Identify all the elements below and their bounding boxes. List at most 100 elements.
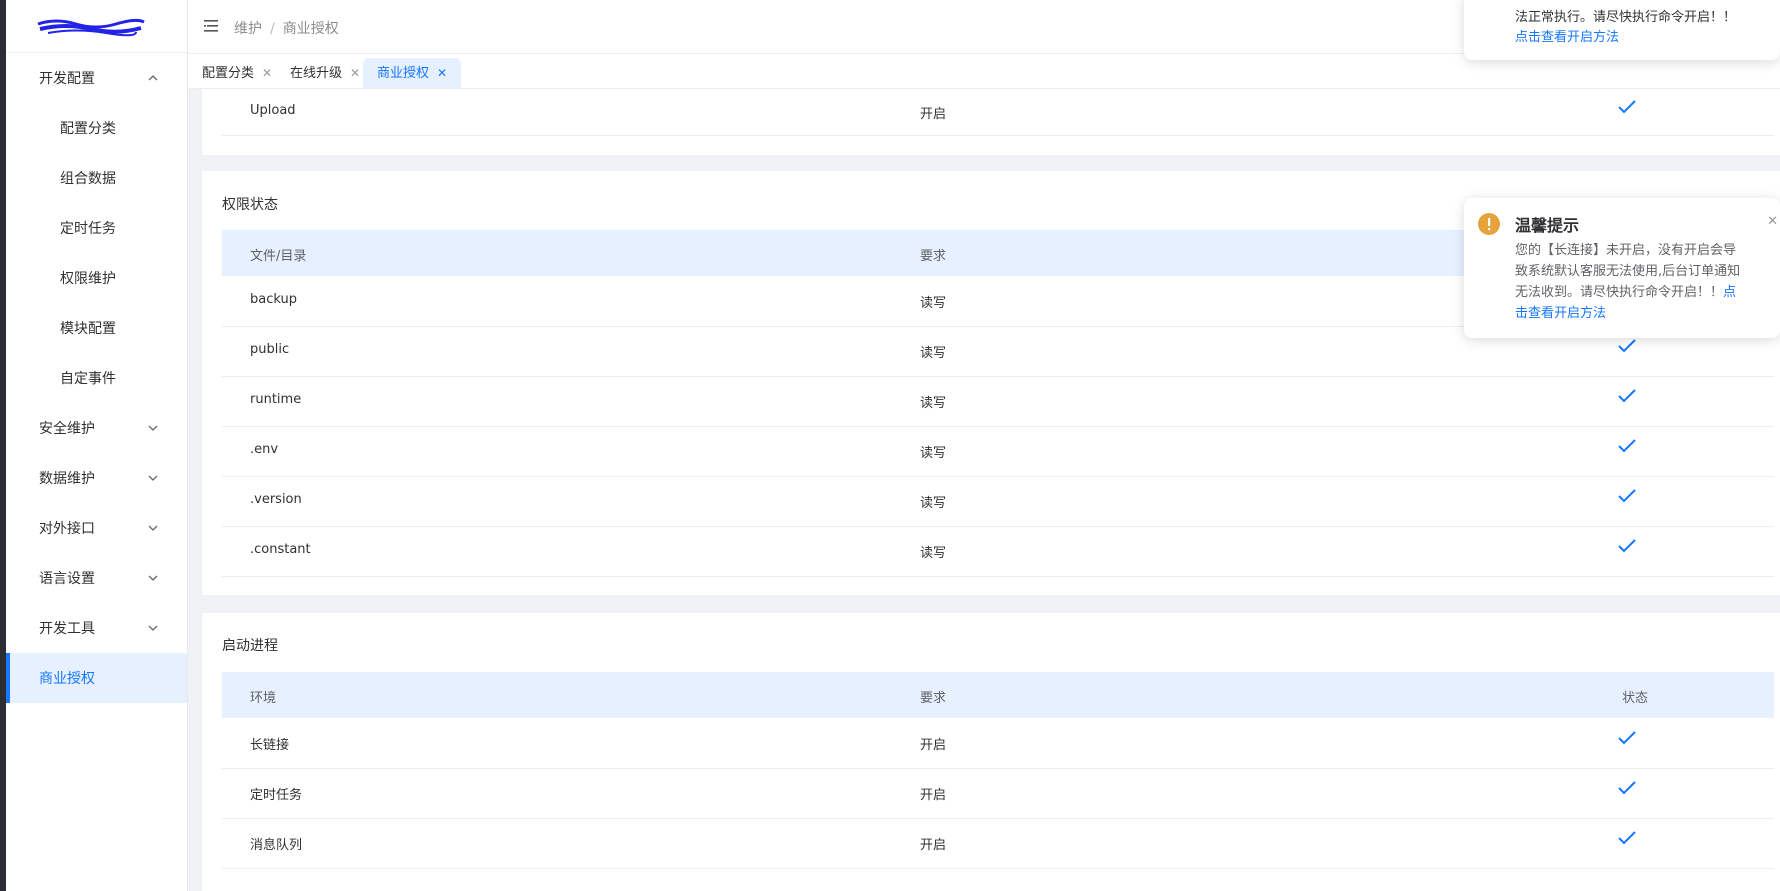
header-status: 状态: [1622, 691, 1649, 706]
cell-requirement: 读写: [920, 396, 947, 411]
tab-config-category[interactable]: 配置分类 ✕: [188, 58, 286, 88]
cell-name: Upload: [250, 103, 296, 118]
menu-config-category[interactable]: 配置分类: [6, 103, 187, 153]
cell-name: 定时任务: [250, 788, 303, 803]
chevron-down-icon: [148, 625, 158, 631]
toast-body-line: 致系统默认客服无法使用,后台订单通知: [1515, 264, 1741, 279]
chevron-down-icon: [148, 425, 158, 431]
menu-scheduled-tasks[interactable]: 定时任务: [6, 203, 187, 253]
menu-security[interactable]: 安全维护: [6, 403, 187, 453]
cell-name: 消息队列: [250, 838, 303, 853]
toast-body-line: 您的【长连接】未开启，没有开启会导: [1515, 243, 1737, 258]
toast-link[interactable]: 点击查看开启方法: [1515, 26, 1619, 45]
cell-requirement: 开启: [920, 107, 947, 122]
menu-commercial-license[interactable]: 商业授权: [6, 653, 187, 703]
process-card: 启动进程 环境 要求 状态 长链接 开启 定时任务 开启 消息队列 开启: [202, 613, 1780, 891]
cell-name: .constant: [250, 542, 311, 557]
cell-name: runtime: [250, 392, 302, 407]
cell-requirement: 读写: [920, 546, 947, 561]
notification-toast: 温馨提示 ✕ 您的【长连接】未开启，没有开启会导 致系统默认客服无法使用,后台订…: [1464, 198, 1780, 338]
tab-commercial-license[interactable]: 商业授权 ✕: [363, 58, 462, 88]
menu-permission-maint[interactable]: 权限维护: [6, 253, 187, 303]
table-row: Upload 开启: [222, 89, 1774, 136]
table-row: .constant 读写: [222, 526, 1774, 577]
toast-body: 您的【长连接】未开启，没有开启会导 致系统默认客服无法使用,后台订单通知 无法收…: [1515, 240, 1775, 324]
menu-language[interactable]: 语言设置: [6, 553, 187, 603]
check-icon: [1618, 781, 1636, 795]
menu-label: 自定事件: [60, 371, 116, 387]
breadcrumb-current: 商业授权: [282, 21, 339, 37]
section-title: 启动进程: [222, 638, 278, 654]
cell-requirement: 开启: [920, 788, 947, 803]
menu-dev-tools[interactable]: 开发工具: [6, 603, 187, 653]
tab-label: 商业授权: [377, 66, 430, 81]
toast-link-inline[interactable]: 点: [1723, 285, 1736, 300]
menu-label: 模块配置: [60, 321, 116, 337]
menu-dev-config[interactable]: 开发配置: [6, 53, 187, 103]
menu-label: 数据维护: [39, 471, 95, 487]
close-icon[interactable]: ✕: [262, 66, 272, 80]
logo[interactable]: [6, 0, 187, 53]
extensions-card: Upload 开启: [202, 89, 1780, 155]
toast-text: 法正常执行。请尽快执行命令开启！！: [1515, 10, 1737, 25]
cell-name: .env: [250, 442, 279, 457]
table-row: .version 读写: [222, 476, 1774, 527]
close-icon[interactable]: ✕: [1767, 214, 1778, 229]
close-icon[interactable]: ✕: [350, 66, 360, 80]
menu-custom-events[interactable]: 自定事件: [6, 353, 187, 403]
menu-combined-data[interactable]: 组合数据: [6, 153, 187, 203]
tab-online-upgrade[interactable]: 在线升级 ✕: [276, 58, 374, 88]
close-icon[interactable]: ✕: [437, 66, 447, 80]
menu-data-maint[interactable]: 数据维护: [6, 453, 187, 503]
cell-requirement: 开启: [920, 738, 947, 753]
tab-label: 在线升级: [290, 66, 343, 81]
cell-requirement: 读写: [920, 346, 947, 361]
section-title: 权限状态: [222, 197, 278, 213]
menu-label: 组合数据: [60, 171, 116, 187]
chevron-down-icon: [148, 575, 158, 581]
menu-toggle-icon[interactable]: [204, 19, 218, 33]
menu-label: 配置分类: [60, 121, 116, 137]
cell-name: backup: [250, 292, 297, 307]
cell-name: .version: [250, 492, 302, 507]
breadcrumb-item[interactable]: 维护: [234, 21, 262, 37]
cell-name: 长链接: [250, 738, 290, 753]
menu-label: 语言设置: [39, 571, 95, 587]
tab-label: 配置分类: [202, 66, 255, 81]
table-row: 长链接 开启: [222, 718, 1774, 769]
chevron-down-icon: [148, 525, 158, 531]
notification-toast-top: 法正常执行。请尽快执行命令开启！！ 点击查看开启方法: [1464, 0, 1780, 60]
check-icon: [1618, 389, 1636, 403]
menu-label: 商业授权: [39, 671, 95, 687]
check-icon: [1618, 731, 1636, 745]
table-row: 消息队列 开启: [222, 818, 1774, 869]
cell-requirement: 读写: [920, 446, 947, 461]
toast-link[interactable]: 击查看开启方法: [1515, 303, 1775, 324]
chevron-up-icon: [148, 75, 158, 81]
menu-module-config[interactable]: 模块配置: [6, 303, 187, 353]
chevron-down-icon: [148, 475, 158, 481]
check-icon: [1618, 489, 1636, 503]
check-icon: [1618, 831, 1636, 845]
toast-title: 温馨提示: [1515, 216, 1580, 235]
cell-name: public: [250, 342, 290, 357]
menu-external-api[interactable]: 对外接口: [6, 503, 187, 553]
header-env: 环境: [250, 691, 277, 706]
table-header: 环境 要求 状态: [222, 672, 1774, 718]
breadcrumb-separator: /: [270, 21, 275, 37]
cell-requirement: 开启: [920, 838, 947, 853]
menu-label: 权限维护: [60, 271, 116, 287]
menu-label: 开发工具: [39, 621, 95, 637]
header-file-dir: 文件/目录: [250, 249, 307, 264]
check-icon: [1618, 539, 1636, 553]
header-requirement: 要求: [920, 249, 947, 264]
cell-requirement: 读写: [920, 296, 947, 311]
table-row: runtime 读写: [222, 376, 1774, 427]
menu-label: 安全维护: [39, 421, 95, 437]
check-icon: [1618, 339, 1636, 353]
table-row: 定时任务 开启: [222, 768, 1774, 819]
toast-body-line: 无法收到。请尽快执行命令开启！！: [1515, 285, 1724, 300]
menu-label: 对外接口: [39, 521, 95, 537]
menu-label: 开发配置: [39, 71, 95, 87]
warning-icon: [1478, 213, 1500, 235]
